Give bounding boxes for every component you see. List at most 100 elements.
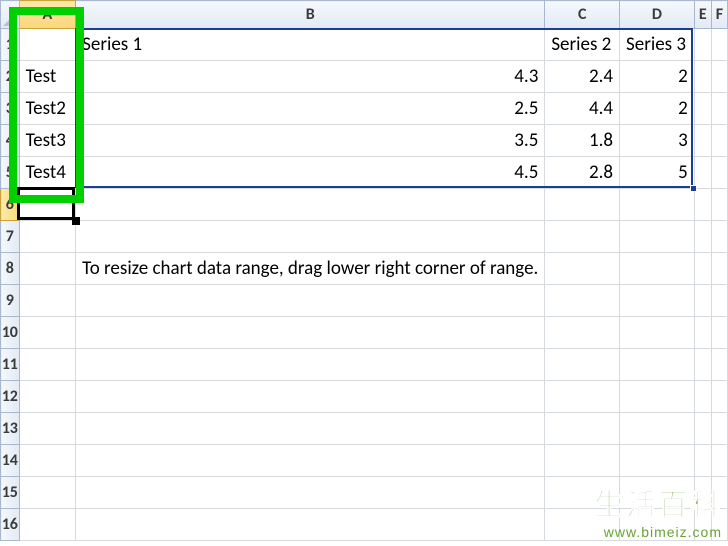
- row-header-4[interactable]: 4: [1, 125, 20, 157]
- cell-B2[interactable]: 4.3: [76, 61, 545, 93]
- cell-B6[interactable]: [76, 189, 545, 221]
- cell-A3[interactable]: Test2: [19, 93, 76, 125]
- cell-B12[interactable]: [76, 381, 545, 413]
- cell-B8[interactable]: To resize chart data range, drag lower r…: [76, 253, 545, 285]
- cell-A15[interactable]: [19, 477, 76, 509]
- cell-E14[interactable]: [694, 445, 711, 477]
- cell-A10[interactable]: [19, 317, 76, 349]
- cell-A7[interactable]: [19, 221, 76, 253]
- cell-B9[interactable]: [76, 285, 545, 317]
- cell-D9[interactable]: [620, 285, 695, 317]
- cell-F10[interactable]: [711, 317, 727, 349]
- cell-E12[interactable]: [694, 381, 711, 413]
- row-header-10[interactable]: 10: [1, 317, 20, 349]
- row-header-7[interactable]: 7: [1, 221, 20, 253]
- cell-E15[interactable]: [694, 477, 711, 509]
- row-header-5[interactable]: 5: [1, 157, 20, 189]
- cell-F12[interactable]: [711, 381, 727, 413]
- cell-C14[interactable]: [545, 445, 620, 477]
- cell-C2[interactable]: 2.4: [545, 61, 620, 93]
- cell-F8[interactable]: [711, 253, 727, 285]
- cell-F16[interactable]: [711, 509, 727, 541]
- cell-D14[interactable]: [620, 445, 695, 477]
- cell-E10[interactable]: [694, 317, 711, 349]
- cell-D1[interactable]: Series 3: [620, 29, 695, 61]
- cell-E1[interactable]: [694, 29, 711, 61]
- cell-C12[interactable]: [545, 381, 620, 413]
- cell-F2[interactable]: [711, 61, 727, 93]
- row-header-14[interactable]: 14: [1, 445, 20, 477]
- cell-C7[interactable]: [545, 221, 620, 253]
- cell-B7[interactable]: [76, 221, 545, 253]
- row-header-12[interactable]: 12: [1, 381, 20, 413]
- cell-B13[interactable]: [76, 413, 545, 445]
- cell-C11[interactable]: [545, 349, 620, 381]
- cell-A16[interactable]: [19, 509, 76, 541]
- cell-D15[interactable]: [620, 477, 695, 509]
- column-header-F[interactable]: F: [711, 1, 727, 29]
- cell-E6[interactable]: [694, 189, 711, 221]
- cell-D16[interactable]: [620, 509, 695, 541]
- cell-E9[interactable]: [694, 285, 711, 317]
- cell-C6[interactable]: [545, 189, 620, 221]
- cell-E7[interactable]: [694, 221, 711, 253]
- select-all-corner[interactable]: [1, 1, 20, 29]
- cell-F15[interactable]: [711, 477, 727, 509]
- row-header-16[interactable]: 16: [1, 509, 20, 541]
- cell-C10[interactable]: [545, 317, 620, 349]
- cell-F4[interactable]: [711, 125, 727, 157]
- cell-D4[interactable]: 3: [620, 125, 695, 157]
- cell-D11[interactable]: [620, 349, 695, 381]
- column-header-D[interactable]: D: [620, 1, 695, 29]
- column-header-A[interactable]: A: [19, 1, 76, 29]
- cell-D10[interactable]: [620, 317, 695, 349]
- column-header-E[interactable]: E: [694, 1, 711, 29]
- cell-A4[interactable]: Test3: [19, 125, 76, 157]
- cell-C16[interactable]: [545, 509, 620, 541]
- cell-A13[interactable]: [19, 413, 76, 445]
- row-header-8[interactable]: 8: [1, 253, 20, 285]
- cell-A6[interactable]: [19, 189, 76, 221]
- cell-E11[interactable]: [694, 349, 711, 381]
- cell-D7[interactable]: [620, 221, 695, 253]
- cell-F11[interactable]: [711, 349, 727, 381]
- cell-E2[interactable]: [694, 61, 711, 93]
- cell-A11[interactable]: [19, 349, 76, 381]
- cell-D6[interactable]: [620, 189, 695, 221]
- cell-A2[interactable]: Test: [19, 61, 76, 93]
- row-header-13[interactable]: 13: [1, 413, 20, 445]
- cell-F9[interactable]: [711, 285, 727, 317]
- cell-F5[interactable]: [711, 157, 727, 189]
- cell-E16[interactable]: [694, 509, 711, 541]
- cell-C13[interactable]: [545, 413, 620, 445]
- spreadsheet-grid[interactable]: ABCDEF1Series 1Series 2Series 32Test4.32…: [0, 0, 728, 541]
- cell-E8[interactable]: [694, 253, 711, 285]
- row-header-3[interactable]: 3: [1, 93, 20, 125]
- row-header-9[interactable]: 9: [1, 285, 20, 317]
- cell-C5[interactable]: 2.8: [545, 157, 620, 189]
- cell-E5[interactable]: [694, 157, 711, 189]
- cell-B3[interactable]: 2.5: [76, 93, 545, 125]
- row-header-6[interactable]: 6: [1, 189, 20, 221]
- cell-D2[interactable]: 2: [620, 61, 695, 93]
- cell-D8[interactable]: [620, 253, 695, 285]
- cell-F6[interactable]: [711, 189, 727, 221]
- row-header-2[interactable]: 2: [1, 61, 20, 93]
- cell-A12[interactable]: [19, 381, 76, 413]
- cell-C1[interactable]: Series 2: [545, 29, 620, 61]
- cell-F3[interactable]: [711, 93, 727, 125]
- cell-B10[interactable]: [76, 317, 545, 349]
- cell-B16[interactable]: [76, 509, 545, 541]
- cell-E3[interactable]: [694, 93, 711, 125]
- cell-E4[interactable]: [694, 125, 711, 157]
- cell-B14[interactable]: [76, 445, 545, 477]
- column-header-B[interactable]: B: [76, 1, 545, 29]
- cell-A14[interactable]: [19, 445, 76, 477]
- cell-F1[interactable]: [711, 29, 727, 61]
- cell-A8[interactable]: [19, 253, 76, 285]
- column-header-C[interactable]: C: [545, 1, 620, 29]
- cell-D5[interactable]: 5: [620, 157, 695, 189]
- cell-C15[interactable]: [545, 477, 620, 509]
- cell-E13[interactable]: [694, 413, 711, 445]
- cell-A1[interactable]: [19, 29, 76, 61]
